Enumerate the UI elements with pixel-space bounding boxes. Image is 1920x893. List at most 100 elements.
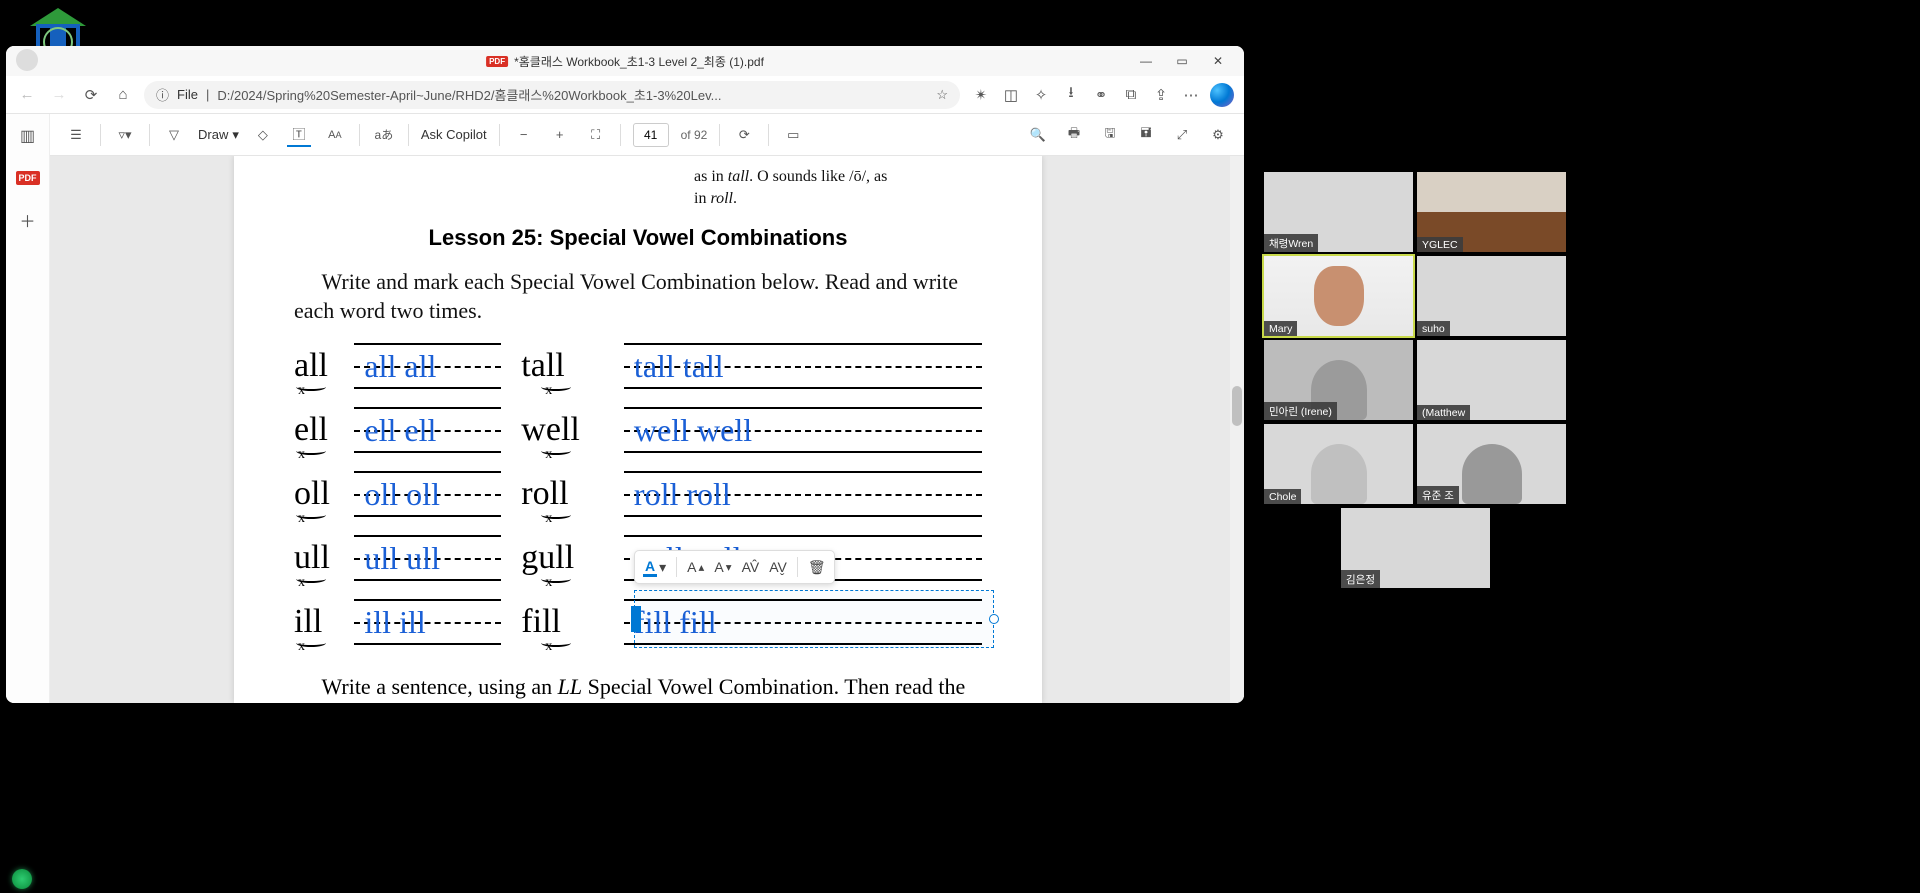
draw-button[interactable]: Draw ▾ — [198, 127, 239, 143]
copilot-icon[interactable] — [1210, 83, 1234, 107]
edge-window: PDF *홈클래스 Workbook_초1-3 Level 2_최종 (1).p… — [6, 46, 1244, 703]
spacing-decrease-button[interactable]: AV̬ — [769, 559, 787, 575]
draw-selector-icon[interactable]: ▽ — [162, 123, 186, 147]
vertical-scrollbar[interactable] — [1230, 156, 1244, 703]
ex-tall: tallx — [521, 347, 604, 385]
participant-tile[interactable]: 민아린 (Irene) — [1264, 340, 1413, 420]
participant-tile[interactable]: YGLEC — [1417, 172, 1566, 252]
participant-tile[interactable]: 김은정 — [1341, 508, 1490, 588]
font-increase-button[interactable]: A▴ — [687, 559, 704, 575]
translate-icon[interactable]: aあ — [372, 123, 396, 147]
vertical-sidebar: ▥ PDF ＋ — [6, 114, 50, 703]
ex-gull: gullx — [521, 539, 604, 577]
lesson-title: Lesson 25: Special Vowel Combinations — [294, 225, 982, 251]
maximize-button[interactable]: ▭ — [1164, 47, 1200, 75]
text-format-toolbar: A ▾ A▴ A▾ AV̂ AV̬ 🗑 — [634, 550, 835, 584]
syll-ell: ellx — [294, 411, 334, 449]
syll-all: allx — [294, 347, 334, 385]
row-all: allx all all tallx tall tall — [294, 334, 982, 398]
more-icon[interactable]: ⋯ — [1180, 84, 1202, 106]
practice-tall: tall tall — [624, 343, 982, 389]
participant-name: Mary — [1264, 321, 1297, 336]
favorites-icon[interactable]: ✧ — [1030, 84, 1052, 106]
back-button[interactable]: ← — [16, 84, 38, 106]
ex-roll: rollx — [521, 475, 604, 513]
page-view-icon[interactable]: ▭ — [781, 123, 805, 147]
save-as-icon[interactable]: 🖬 — [1134, 123, 1158, 147]
add-pane-icon[interactable]: ＋ — [14, 206, 42, 234]
share-icon[interactable]: ⇪ — [1150, 84, 1172, 106]
selected-textbox[interactable] — [634, 590, 994, 648]
participant-name: suho — [1417, 321, 1450, 336]
downloads-icon[interactable]: ⭳ — [1060, 84, 1082, 106]
fullscreen-icon[interactable]: ⤢ — [1170, 123, 1194, 147]
erase-icon[interactable]: ◇ — [251, 123, 275, 147]
text-color-button[interactable]: A ▾ — [643, 558, 666, 577]
pdf-pane-icon[interactable]: PDF — [14, 164, 42, 192]
url-field[interactable]: ⓘ File | D:/2024/Spring%20Semester-April… — [144, 81, 960, 109]
rotate-icon[interactable]: ⟳ — [732, 123, 756, 147]
site-info-icon[interactable]: ⓘ — [156, 85, 169, 104]
pdf-toolbar: ☰ ▿▾ ▽ Draw ▾ ◇ 🅃 AA aあ Ask Copilot − + … — [50, 114, 1244, 156]
address-bar: ← → ⟳ ⌂ ⓘ File | D:/2024/Spring%20Semest… — [6, 76, 1244, 114]
pdf-viewport[interactable]: as in tall. O sounds like /ō/, asin roll… — [50, 156, 1244, 703]
textbox-tool[interactable]: 🅃 — [287, 123, 311, 147]
text-style-icon[interactable]: AA — [323, 123, 347, 147]
ex-fill: fillx — [521, 603, 604, 641]
fit-width-icon[interactable]: ⛶ — [584, 123, 608, 147]
practice-roll: roll roll — [624, 471, 982, 517]
contents-icon[interactable]: ☰ — [64, 123, 88, 147]
save-icon[interactable]: 🖫 — [1098, 123, 1122, 147]
practice-ell: ell ell — [354, 407, 501, 453]
instructions: Write and mark each Special Vowel Combin… — [294, 267, 982, 326]
settings-icon[interactable]: ⚙ — [1206, 123, 1230, 147]
ex-well: wellx — [521, 411, 604, 449]
delete-textbox-button[interactable]: 🗑 — [808, 559, 826, 576]
collections-icon[interactable]: ⚭ — [1090, 84, 1112, 106]
participant-name: (Matthew — [1417, 405, 1470, 420]
zoom-in-button[interactable]: + — [548, 123, 572, 147]
tabs-pane-icon[interactable]: ▥ — [14, 122, 42, 150]
participant-tile[interactable]: (Matthew — [1417, 340, 1566, 420]
participant-tile[interactable]: 채령Wren — [1264, 172, 1413, 252]
taskbar-app-icon[interactable] — [12, 869, 32, 889]
minimize-button[interactable]: — — [1128, 47, 1164, 75]
print-icon[interactable]: 🖶 — [1062, 123, 1086, 147]
split-screen-icon[interactable]: ◫ — [1000, 84, 1022, 106]
font-decrease-button[interactable]: A▾ — [714, 559, 731, 575]
highlight-dropdown[interactable]: ▿▾ — [113, 123, 137, 147]
extensions-icon[interactable]: ✴ — [970, 84, 992, 106]
row-oll: ollx oll oll rollx roll roll — [294, 462, 982, 526]
participant-tile[interactable]: Chole — [1264, 424, 1413, 504]
participant-tile[interactable]: 유준 조 — [1417, 424, 1566, 504]
participant-tile-active[interactable]: Mary — [1264, 256, 1413, 336]
instructions-2: Write a sentence, using an LL Special Vo… — [294, 672, 982, 703]
tab-title: PDF *홈클래스 Workbook_초1-3 Level 2_최종 (1).p… — [486, 53, 764, 70]
participant-name: 채령Wren — [1264, 234, 1318, 252]
syll-oll: ollx — [294, 475, 334, 513]
partial-text: as in tall. O sounds like /ō/, asin roll… — [694, 166, 982, 211]
syll-ill: illx — [294, 603, 334, 641]
close-button[interactable]: ✕ — [1200, 47, 1236, 75]
page-number-input[interactable] — [633, 123, 669, 147]
practice-all: all all — [354, 343, 501, 389]
document-title: *홈클래스 Workbook_초1-3 Level 2_최종 (1).pdf — [514, 53, 764, 70]
profile-avatar[interactable] — [16, 49, 38, 71]
ask-copilot-button[interactable]: Ask Copilot — [421, 127, 487, 142]
participant-name: 유준 조 — [1417, 486, 1459, 504]
home-button[interactable]: ⌂ — [112, 84, 134, 106]
url-text: D:/2024/Spring%20Semester-April~June/RHD… — [217, 85, 721, 104]
screenshot-icon[interactable]: ⧉ — [1120, 84, 1142, 106]
pdf-page: as in tall. O sounds like /ō/, asin roll… — [234, 156, 1042, 703]
scrollbar-thumb[interactable] — [1232, 386, 1242, 426]
participant-name: Chole — [1264, 489, 1301, 504]
refresh-button[interactable]: ⟳ — [80, 84, 102, 106]
search-icon[interactable]: 🔍 — [1026, 123, 1050, 147]
titlebar: PDF *홈클래스 Workbook_초1-3 Level 2_최종 (1).p… — [6, 46, 1244, 76]
participant-tile[interactable]: suho — [1417, 256, 1566, 336]
zoom-out-button[interactable]: − — [512, 123, 536, 147]
participant-name: YGLEC — [1417, 237, 1463, 252]
star-icon[interactable]: ☆ — [936, 87, 948, 103]
practice-ill: ill ill — [354, 599, 501, 645]
spacing-increase-button[interactable]: AV̂ — [742, 559, 760, 575]
